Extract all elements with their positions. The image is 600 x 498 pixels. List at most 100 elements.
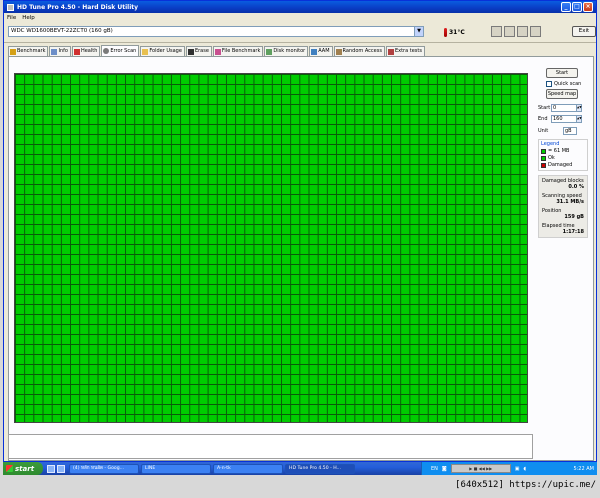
scan-stats: Damaged blocks 0.0 % Scanning speed 31.1…: [538, 175, 588, 238]
unit-label: Unit: [538, 128, 549, 134]
maximize-button[interactable]: □: [572, 2, 582, 12]
speed-map-button[interactable]: Speed map: [546, 89, 578, 99]
start-button[interactable]: Start: [546, 68, 578, 78]
tab-aam[interactable]: AAM: [309, 46, 333, 56]
legend-swatch-block: [541, 148, 546, 154]
toolbar: WDC WD1600BEVT-22ZCT0 (160 gB) ▼ 31°C Ex…: [4, 23, 596, 43]
options-icon[interactable]: [517, 26, 528, 37]
ime-icon[interactable]: ◙: [442, 466, 447, 472]
task-list: (4) หลัก หนอัด - Goog... LINE A-n-tk HD …: [69, 463, 355, 474]
info-icon: [51, 48, 58, 55]
legend-item-damaged: Damaged: [541, 162, 585, 168]
tab-label: File Benchmark: [221, 48, 261, 54]
tab-folder-usage[interactable]: Folder Usage: [140, 46, 185, 56]
legend-title: Legend: [541, 141, 560, 147]
menu-bar: File Help: [4, 13, 596, 22]
start-button-taskbar[interactable]: start: [3, 462, 43, 475]
legend-item-block-size: = 61 MB: [541, 148, 585, 154]
save-icon[interactable]: [504, 26, 515, 37]
tab-erase[interactable]: Erase: [185, 46, 212, 56]
start-spinner[interactable]: ▲▼: [577, 104, 582, 112]
block-map: [14, 73, 528, 423]
taskbar: start (4) หลัก หนอัด - Goog... LINE A-n-…: [3, 462, 597, 475]
end-field-row: End 160 ▲▼: [538, 115, 588, 123]
aam-icon: [311, 48, 318, 55]
clock: 5:22 AM: [573, 465, 594, 472]
scan-log-box: [8, 434, 533, 459]
chevron-down-icon[interactable]: ▼: [414, 27, 423, 36]
drive-select[interactable]: WDC WD1600BEVT-22ZCT0 (160 gB) ▼: [8, 26, 424, 37]
task-button-folder[interactable]: A-n-tk: [213, 463, 283, 474]
volume-icon[interactable]: ◖: [524, 466, 527, 472]
tab-label: Extra tests: [394, 48, 422, 54]
tools-icon[interactable]: [530, 26, 541, 37]
menu-file[interactable]: File: [7, 15, 16, 21]
tab-label: Info: [58, 48, 68, 54]
tab-disk-monitor[interactable]: Disk monitor: [264, 46, 309, 56]
quick-scan-option[interactable]: Quick scan: [546, 81, 588, 87]
extra-tests-icon: [387, 48, 394, 55]
tab-health[interactable]: Health: [71, 46, 101, 56]
legend-label: = 61 MB: [548, 148, 570, 154]
error-scan-icon: [103, 48, 110, 54]
browser-icon[interactable]: [47, 464, 55, 473]
quick-scan-checkbox[interactable]: [546, 81, 552, 87]
desktop-icon[interactable]: [57, 464, 65, 473]
scanning-speed-value: 31.1 MB/s: [556, 199, 584, 205]
task-button-browser[interactable]: (4) หลัก หนอัด - Goog...: [69, 463, 139, 474]
unit-select[interactable]: gB: [563, 127, 577, 135]
tab-file-benchmark[interactable]: File Benchmark: [212, 46, 264, 56]
legend-label: Damaged: [548, 162, 573, 168]
tab-label: Error Scan: [110, 47, 137, 54]
tab-label: Benchmark: [17, 48, 46, 54]
damaged-blocks-value: 0.0 %: [568, 184, 584, 190]
drive-select-value: WDC WD1600BEVT-22ZCT0 (160 gB): [11, 28, 113, 34]
position-value: 159 gB: [564, 214, 584, 220]
end-spinner[interactable]: ▲▼: [577, 115, 582, 123]
quick-launch: [47, 464, 65, 473]
erase-icon: [187, 48, 194, 55]
tab-label: AAM: [318, 48, 330, 54]
tab-label: Health: [80, 48, 98, 54]
exit-button[interactable]: Exit: [572, 26, 596, 37]
benchmark-icon: [10, 48, 16, 55]
window-title: HD Tune Pro 4.50 - Hard Disk Utility: [17, 3, 139, 11]
tab-label: Folder Usage: [149, 48, 182, 54]
minimize-button[interactable]: _: [561, 2, 571, 12]
tab-benchmark[interactable]: Benchmark: [8, 46, 49, 56]
task-button-line[interactable]: LINE: [141, 463, 211, 474]
close-button[interactable]: ×: [583, 2, 593, 12]
legend-swatch-ok: [541, 155, 546, 161]
task-button-hdtune[interactable]: HD Tune Pro 4.50 - H...: [285, 463, 355, 474]
scan-controls: Start Quick scan Speed map Start 0 ▲▼ En…: [538, 68, 588, 238]
menu-help[interactable]: Help: [22, 15, 35, 21]
tab-info[interactable]: Info: [49, 46, 71, 56]
network-icon[interactable]: ▣: [515, 466, 520, 472]
tab-extra-tests[interactable]: Extra tests: [385, 46, 425, 56]
end-field-label: End: [538, 116, 548, 122]
start-field-label: Start: [538, 105, 551, 111]
elapsed-time-value: 1:17:18: [562, 229, 584, 235]
windows-logo-icon: [6, 465, 13, 472]
random-access-icon: [335, 48, 342, 55]
thermometer-icon: [444, 28, 447, 37]
tab-label: Random Access: [342, 48, 382, 54]
start-field-input[interactable]: 0: [551, 104, 577, 112]
tab-error-scan[interactable]: Error Scan: [101, 45, 140, 56]
disk-monitor-icon: [266, 48, 273, 55]
copy-icon[interactable]: [491, 26, 502, 37]
language-indicator[interactable]: EN: [431, 466, 438, 472]
health-icon: [73, 48, 80, 55]
media-player-toolbar[interactable]: ▶ ■ ◀◀ ▶▶: [450, 464, 511, 473]
tab-bar: Benchmark Info Health Error Scan Folder …: [8, 45, 592, 56]
end-field-input[interactable]: 160: [551, 115, 577, 123]
start-field-row: Start 0 ▲▼: [538, 104, 588, 112]
title-bar: HD Tune Pro 4.50 - Hard Disk Utility _ □…: [4, 1, 596, 13]
temperature-readout: 31°C: [444, 28, 465, 37]
file-benchmark-icon: [214, 48, 221, 55]
quick-scan-label: Quick scan: [554, 81, 582, 87]
tab-random-access[interactable]: Random Access: [333, 46, 385, 56]
tab-label: Erase: [194, 48, 209, 54]
legend-label: Ok: [548, 155, 555, 161]
tab-label: Disk monitor: [273, 48, 306, 54]
